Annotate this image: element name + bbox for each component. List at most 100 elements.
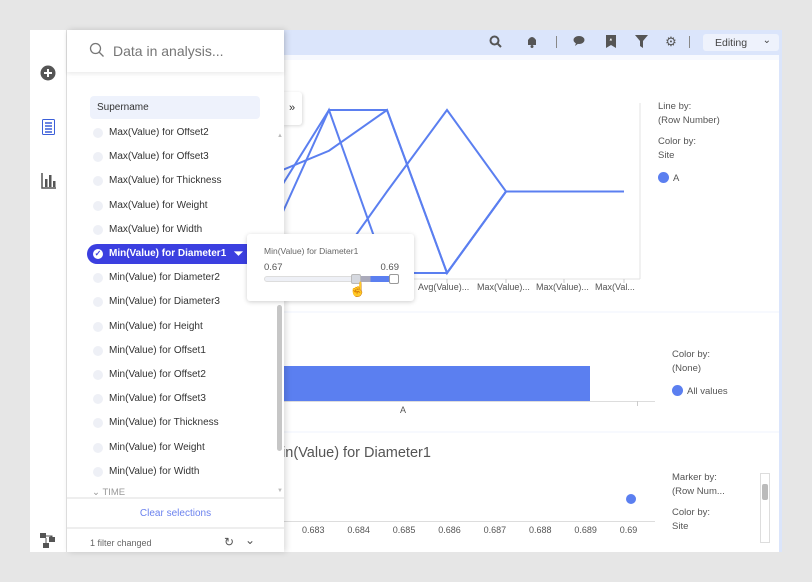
- scatter-legend: Marker by: (Row Num... Color by: Site: [672, 471, 725, 534]
- scrollbar-thumb[interactable]: [762, 484, 768, 500]
- legend-color-by-label: Color by:: [672, 349, 711, 360]
- legend-swatch: [672, 385, 683, 396]
- x-tick-label: 0.684: [347, 525, 370, 535]
- scatter-title: Min(Value) for Diameter1: [270, 445, 431, 461]
- list-item[interactable]: Min(Value) for Offset1: [90, 341, 270, 361]
- x-axis: [270, 401, 655, 402]
- filter-min: 0.67: [264, 262, 283, 273]
- legend-color-by-label: Color by:: [672, 507, 711, 518]
- list-item-label: Min(Value) for Weight: [109, 441, 205, 453]
- radio-icon: [93, 442, 103, 453]
- list-item-label: Min(Value) for Width: [109, 465, 200, 477]
- legend-line-by-label: Line by:: [658, 101, 692, 112]
- hand-cursor-icon: ☝: [349, 281, 367, 297]
- radio-icon: [93, 394, 103, 405]
- scroll-up-arrow[interactable]: ▲: [277, 133, 283, 139]
- list-item[interactable]: Min(Value) for Diameter3: [90, 292, 270, 312]
- x-tick-label: Max(Val...: [595, 282, 635, 292]
- list-item[interactable]: Min(Value) for Offset3: [90, 389, 270, 409]
- filter-status: 1 filter changed: [90, 538, 152, 548]
- list-item[interactable]: Min(Value) for Width: [90, 462, 270, 482]
- list-item[interactable]: Min(Value) for Offset2: [90, 365, 270, 385]
- x-tick-label: 0.688: [529, 525, 552, 535]
- radio-icon: [93, 297, 103, 308]
- category-label: A: [400, 405, 407, 415]
- radio-icon: [93, 321, 103, 332]
- list-item[interactable]: Min(Value) for Weight: [90, 438, 270, 458]
- list-item[interactable]: Min(Value) for Thickness: [90, 413, 270, 433]
- filter-icon[interactable]: ⏷: [234, 244, 243, 264]
- x-tick-label: 0.687: [483, 525, 507, 535]
- list-item[interactable]: Max(Value) for Thickness: [90, 171, 270, 191]
- legend-swatch: [658, 172, 669, 183]
- left-icon-bar: [30, 30, 67, 552]
- radio-icon: [93, 200, 103, 211]
- line-legend: Line by: (Row Number) Color by: Site A: [658, 100, 720, 186]
- scroll-down-arrow[interactable]: ▼: [277, 488, 283, 494]
- filter-max: 0.69: [380, 262, 400, 273]
- legend-line-by-value[interactable]: (Row Number): [658, 114, 720, 128]
- check-icon: ✓: [93, 249, 103, 259]
- legend-color-by-value[interactable]: (None): [672, 362, 728, 376]
- legend-scrollbar[interactable]: [760, 473, 770, 543]
- list-item-label: Min(Value) for Offset3: [109, 393, 206, 405]
- list-item[interactable]: Max(Value) for Offset2: [90, 128, 270, 138]
- list-item[interactable]: Max(Value) for Offset3: [90, 147, 270, 167]
- radio-icon: [93, 224, 103, 235]
- bar-chart-icon[interactable]: [41, 173, 56, 189]
- x-tick-label: Max(Value)...: [536, 282, 589, 292]
- list-item-label: Min(Value) for Diameter1: [109, 248, 227, 259]
- bar-A[interactable]: [270, 366, 590, 401]
- scatter-point[interactable]: [625, 494, 636, 504]
- radio-icon: [93, 176, 103, 187]
- group-time-label: TIME: [102, 487, 126, 497]
- search-input[interactable]: [113, 40, 273, 62]
- list-item[interactable]: Min(Value) for Height: [90, 317, 270, 337]
- list-item-label: Min(Value) for Offset2: [109, 369, 206, 380]
- legend-color-by-value[interactable]: Site: [658, 149, 720, 163]
- data-canvas-icon[interactable]: [40, 533, 56, 549]
- range-handle-high[interactable]: [389, 274, 399, 284]
- list-item[interactable]: ✓ Min(Value) for Diameter1 ⏷: [87, 244, 247, 264]
- legend-marker-by-value[interactable]: (Row Num...: [672, 485, 725, 499]
- x-tick-label: 0.686: [438, 525, 461, 535]
- reset-icon[interactable]: ↻: [224, 535, 234, 549]
- radio-icon: [93, 273, 103, 284]
- filter-title: Min(Value) for Diameter1: [264, 246, 359, 256]
- x-tick-label: Max(Value)...: [477, 282, 530, 292]
- group-header[interactable]: Supername: [90, 96, 260, 119]
- panel-scrollbar-thumb[interactable]: [277, 305, 282, 451]
- list-item[interactable]: Min(Value) for Diameter2: [90, 268, 270, 288]
- bar-legend: Color by: (None) All values: [672, 348, 728, 399]
- clear-selections-button[interactable]: Clear selections: [67, 497, 284, 529]
- legend-color-by-label: Color by:: [658, 136, 697, 147]
- chevron-down-icon: ⌄: [92, 487, 103, 497]
- list-item-label: Max(Value) for Thickness: [109, 175, 222, 187]
- list-item-label: Max(Value) for Width: [109, 223, 203, 235]
- add-icon[interactable]: [40, 65, 56, 81]
- axis-tick: [637, 401, 638, 406]
- legend-entry[interactable]: A: [673, 173, 679, 184]
- list-item-label: Min(Value) for Thickness: [109, 417, 219, 429]
- radio-icon: [93, 370, 103, 380]
- list-item-label: Min(Value) for Height: [109, 320, 203, 332]
- legend-color-by-value[interactable]: Site: [672, 520, 725, 534]
- list-item[interactable]: Max(Value) for Width: [90, 220, 270, 240]
- x-tick-label: 0.685: [392, 525, 416, 535]
- expand-panel-button[interactable]: »: [282, 92, 302, 125]
- chevron-down-icon[interactable]: ⌄: [245, 533, 255, 547]
- legend-entry[interactable]: All values: [687, 386, 728, 397]
- radio-icon: [93, 466, 103, 477]
- group-time[interactable]: ⌄ TIME: [92, 487, 125, 497]
- list-item[interactable]: Max(Value) for Weight: [90, 196, 270, 216]
- legend-marker-by-label: Marker by:: [672, 472, 717, 483]
- list-item-label: Min(Value) for Offset1: [109, 344, 206, 356]
- x-tick-label: 0.683: [302, 525, 325, 535]
- list-item-label: Min(Value) for Diameter2: [109, 272, 220, 284]
- x-tick-label: 0.69: [619, 525, 638, 535]
- filter-popup: Min(Value) for Diameter1 0.67 0.69 ☝: [247, 234, 414, 301]
- radio-icon: [93, 152, 103, 163]
- radio-icon: [93, 128, 103, 138]
- search-icon: [89, 42, 104, 57]
- data-table-icon[interactable]: [42, 119, 55, 135]
